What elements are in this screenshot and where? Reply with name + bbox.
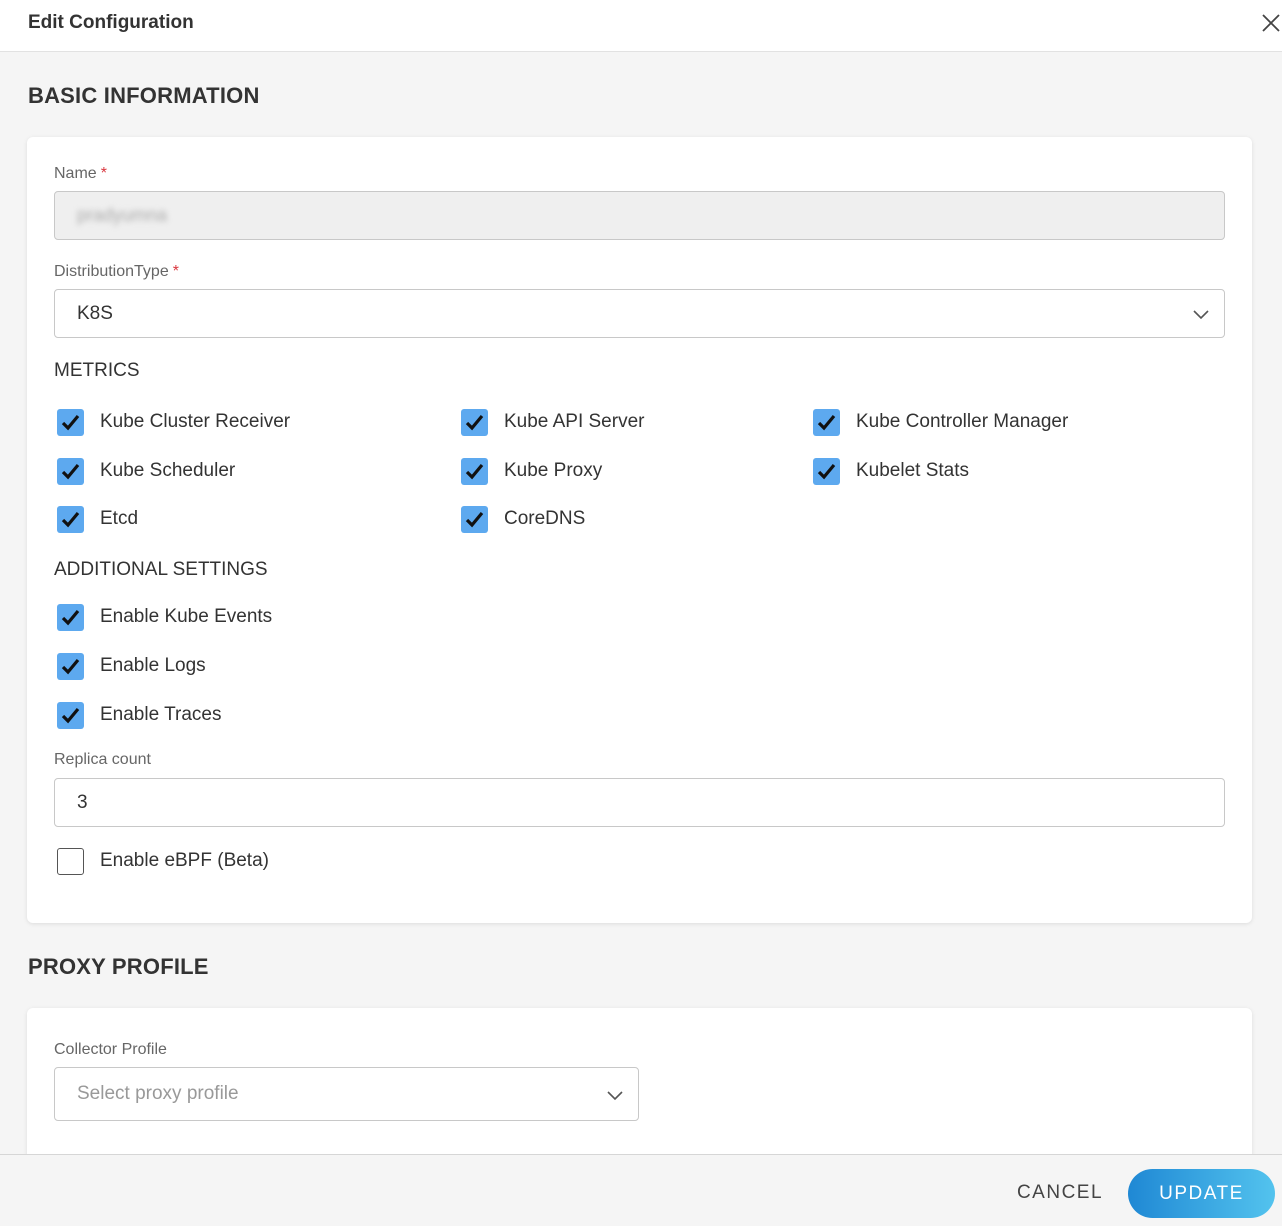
checkbox-label: Kube Cluster Receiver (100, 411, 291, 432)
checkbox-checked-icon (813, 408, 840, 436)
chevron-down-icon (607, 1091, 623, 1101)
checkbox-label: Enable eBPF (Beta) (100, 850, 269, 871)
checkbox-kube-scheduler[interactable]: Kube Scheduler (57, 457, 235, 485)
checkbox-label: Kube Controller Manager (856, 411, 1069, 432)
checkbox-checked-icon (57, 457, 84, 485)
replica-count-input[interactable]: 3 (54, 778, 1225, 827)
additional-settings-title: ADDITIONAL SETTINGS (54, 559, 268, 580)
collector-profile-placeholder: Select proxy profile (77, 1083, 239, 1104)
close-icon[interactable] (1260, 12, 1282, 34)
name-label: Name * (54, 165, 107, 182)
chevron-down-icon (1193, 310, 1209, 320)
checkbox-checked-icon (57, 701, 84, 729)
checkbox-checked-icon (813, 457, 840, 485)
checkbox-label: CoreDNS (504, 508, 586, 529)
checkbox-enable-ebpf[interactable]: Enable eBPF (Beta) (57, 847, 269, 875)
checkbox-coredns[interactable]: CoreDNS (461, 505, 585, 533)
checkbox-checked-icon (461, 408, 488, 436)
replica-count-label: Replica count (54, 751, 151, 768)
metrics-title: METRICS (54, 360, 140, 381)
proxy-profile-heading: PROXY PROFILE (28, 954, 209, 979)
collector-profile-select[interactable]: Select proxy profile (54, 1067, 639, 1121)
checkbox-kube-proxy[interactable]: Kube Proxy (461, 457, 602, 485)
checkbox-enable-traces[interactable]: Enable Traces (57, 701, 221, 729)
collector-profile-label: Collector Profile (54, 1041, 167, 1058)
checkbox-label: Etcd (100, 508, 139, 529)
checkbox-kube-api-server[interactable]: Kube API Server (461, 408, 644, 436)
checkbox-checked-icon (57, 652, 84, 680)
checkbox-label: Kube Proxy (504, 460, 603, 481)
checkbox-label: Kube API Server (504, 411, 645, 432)
distribution-type-select[interactable]: K8S (54, 289, 1225, 338)
checkbox-checked-icon (57, 408, 84, 436)
replica-count-value: 3 (77, 792, 88, 813)
checkbox-label: Enable Kube Events (100, 606, 273, 627)
cancel-button[interactable]: CANCEL (1010, 1176, 1110, 1210)
checkbox-label: Enable Traces (100, 704, 222, 725)
update-button[interactable]: UPDATE (1128, 1169, 1275, 1218)
checkbox-checked-icon (57, 505, 84, 533)
checkbox-checked-icon (57, 603, 84, 631)
checkbox-label: Kubelet Stats (856, 460, 970, 481)
name-input[interactable]: pradyumna (54, 191, 1225, 240)
checkbox-checked-icon (461, 505, 488, 533)
dialog-header: Edit Configuration (0, 0, 1282, 52)
checkbox-label: Enable Logs (100, 655, 206, 676)
distribution-type-label: DistributionType * (54, 263, 179, 280)
dialog-title: Edit Configuration (28, 12, 194, 33)
distribution-type-value: K8S (77, 303, 113, 324)
checkbox-enable-kube-events[interactable]: Enable Kube Events (57, 603, 272, 631)
checkbox-label: Kube Scheduler (100, 460, 236, 481)
checkbox-kubelet-stats[interactable]: Kubelet Stats (813, 457, 969, 485)
checkbox-kube-cluster-receiver[interactable]: Kube Cluster Receiver (57, 408, 290, 436)
checkbox-etcd[interactable]: Etcd (57, 505, 138, 533)
checkbox-unchecked-icon (57, 847, 84, 875)
basic-information-heading: BASIC INFORMATION (28, 83, 260, 108)
checkbox-checked-icon (461, 457, 488, 485)
checkbox-enable-logs[interactable]: Enable Logs (57, 652, 206, 680)
checkbox-kube-controller-manager[interactable]: Kube Controller Manager (813, 408, 1068, 436)
